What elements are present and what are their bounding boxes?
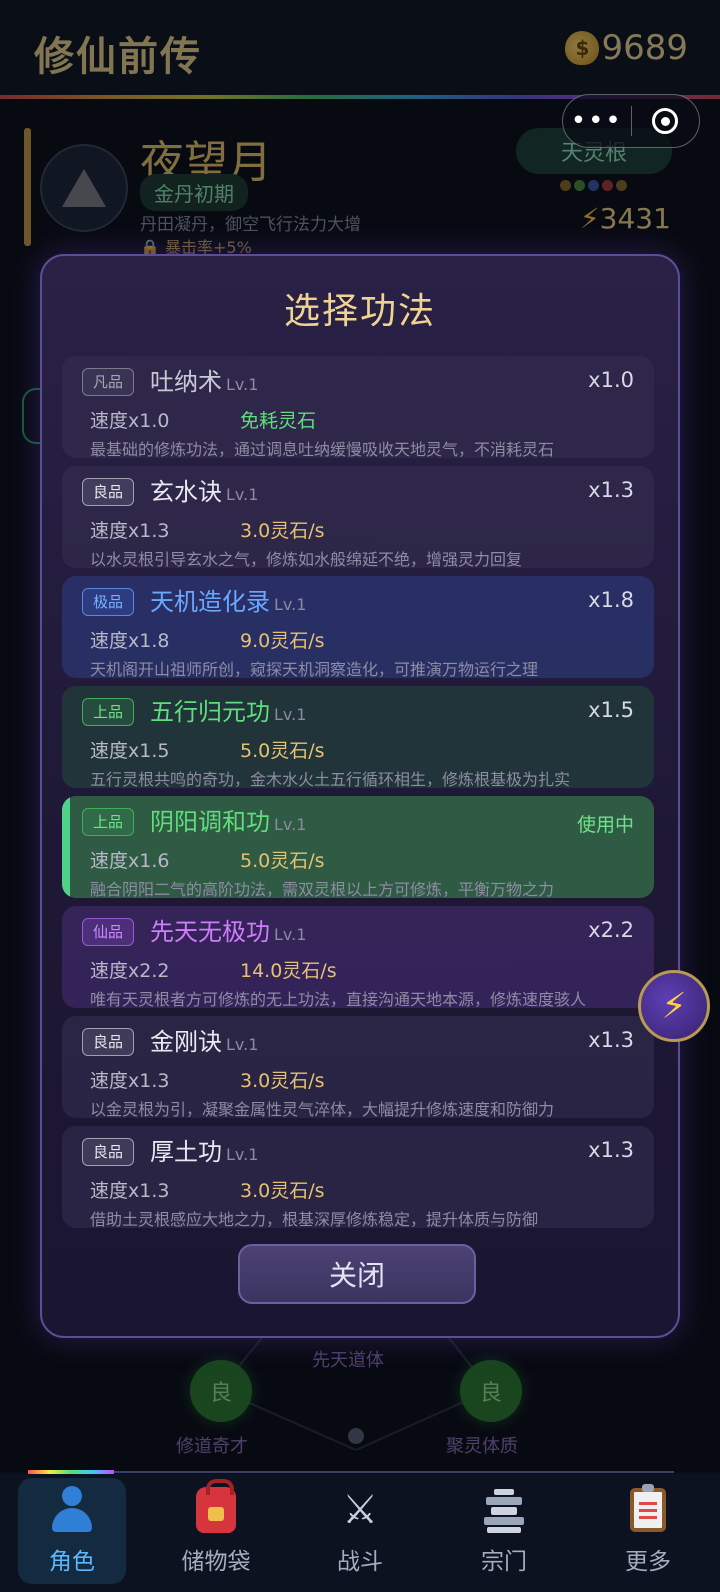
method-name-text: 五行归元功 (150, 698, 270, 726)
nav-divider (114, 1471, 674, 1473)
method-name: 玄水诀 Lv.1 (150, 472, 258, 507)
method-level: Lv.1 (226, 1145, 259, 1164)
method-level: Lv.1 (274, 925, 307, 944)
method-card[interactable]: 极品 天机造化录 Lv.1 x1.8 速度x1.8 9.0灵石/s 天机阁开山祖师… (62, 576, 654, 678)
nav-label: 更多 (625, 1549, 671, 1575)
grade-badge: 上品 (82, 698, 135, 726)
method-card[interactable]: 良品 玄水诀 Lv.1 x1.3 速度x1.3 3.0灵石/s 以水灵根引导玄水之… (62, 466, 654, 568)
method-multiplier: x1.0 (588, 368, 634, 392)
grade-badge: 凡品 (82, 368, 135, 396)
nav-label: 储物袋 (181, 1549, 251, 1575)
method-card[interactable]: 良品 金刚诀 Lv.1 x1.3 速度x1.3 3.0灵石/s 以金灵根为引，凝聚… (62, 1016, 654, 1118)
method-multiplier: x2.2 (588, 918, 634, 942)
method-name-text: 金刚诀 (150, 1028, 222, 1056)
method-multiplier: x1.8 (588, 588, 634, 612)
method-multiplier: x1.3 (588, 1028, 634, 1052)
nav-label: 战斗 (337, 1549, 383, 1575)
lightning-icon[interactable]: ⚡ (638, 970, 710, 1042)
method-speed: 速度x1.3 (90, 1180, 170, 1202)
grade-badge: 良品 (82, 1138, 135, 1166)
nav-item-sect[interactable]: 宗门 (432, 1474, 576, 1592)
backpack-icon (190, 1479, 242, 1536)
user-icon (46, 1484, 98, 1536)
method-cost: 5.0灵石/s (240, 740, 325, 762)
method-name: 阴阳调和功 Lv.1 (150, 802, 306, 837)
method-card-active[interactable]: 上品 阴阳调和功 Lv.1 使用中 速度x1.6 5.0灵石/s 融合阴阳二气的高… (62, 796, 654, 898)
nav-item-character[interactable]: 角色 (0, 1474, 144, 1592)
temple-icon (478, 1484, 530, 1536)
method-level: Lv.1 (274, 705, 307, 724)
method-name-text: 厚土功 (150, 1138, 222, 1166)
method-name-text: 先天无极功 (150, 918, 270, 946)
method-description: 唯有天灵根者方可修炼的无上功法，直接沟通天地本源，修炼速度骇人 (90, 990, 587, 1008)
method-description: 融合阴阳二气的高阶功法，需双灵根以上方可修炼，平衡万物之力 (90, 880, 555, 898)
method-name: 天机造化录 Lv.1 (150, 582, 306, 617)
method-description: 五行灵根共鸣的奇功，金木水火土五行循环相生，修炼根基极为扎实 (90, 770, 571, 788)
grade-badge: 极品 (82, 588, 135, 616)
nav-item-battle[interactable]: ⚔ 战斗 (288, 1474, 432, 1592)
grade-badge: 良品 (82, 478, 135, 506)
method-card[interactable]: 良品 厚土功 Lv.1 x1.3 速度x1.3 3.0灵石/s 借助土灵根感应大地… (62, 1126, 654, 1228)
method-multiplier: x1.3 (588, 478, 634, 502)
close-button[interactable]: 关闭 (238, 1244, 476, 1304)
grade-badge: 良品 (82, 1028, 135, 1056)
method-list[interactable]: 凡品 吐纳术 Lv.1 x1.0 速度x1.0 免耗灵石 最基础的修炼功法，通过调… (62, 356, 654, 1246)
method-name: 先天无极功 Lv.1 (150, 912, 306, 947)
method-level: Lv.1 (226, 485, 259, 504)
method-speed: 速度x1.0 (90, 410, 170, 432)
more-dots-icon[interactable]: ••• (563, 108, 631, 134)
method-name-text: 天机造化录 (150, 588, 270, 616)
bottom-nav: 角色 储物袋 ⚔ 战斗 宗门 更多 (0, 1474, 720, 1592)
method-card[interactable]: 上品 五行归元功 Lv.1 x1.5 速度x1.5 5.0灵石/s 五行灵根共鸣的… (62, 686, 654, 788)
method-speed: 速度x1.3 (90, 520, 170, 542)
nav-item-more[interactable]: 更多 (576, 1474, 720, 1592)
method-cost: 3.0灵石/s (240, 520, 325, 542)
method-name-text: 吐纳术 (150, 368, 222, 396)
method-cost: 免耗灵石 (240, 410, 317, 432)
method-name: 五行归元功 Lv.1 (150, 692, 306, 727)
method-speed: 速度x2.2 (90, 960, 170, 982)
method-multiplier: x1.5 (588, 698, 634, 722)
miniprogram-capsule: ••• (562, 94, 700, 148)
close-miniprogram-icon[interactable] (632, 108, 700, 134)
nav-label: 宗门 (481, 1549, 527, 1575)
method-name: 厚土功 Lv.1 (150, 1132, 258, 1167)
grade-badge: 上品 (82, 808, 135, 836)
method-description: 借助土灵根感应大地之力，根基深厚修炼稳定，提升体质与防御 (90, 1210, 539, 1228)
method-level: Lv.1 (274, 815, 307, 834)
crossed-swords-icon: ⚔ (342, 1487, 378, 1533)
method-cost: 3.0灵石/s (240, 1070, 325, 1092)
in-use-label: 使用中 (576, 814, 634, 836)
method-description: 以金灵根为引，凝聚金属性灵气淬体，大幅提升修炼速度和防御力 (90, 1100, 555, 1118)
active-indicator (62, 796, 70, 898)
clipboard-icon (622, 1484, 674, 1536)
select-method-modal: 选择功法 凡品 吐纳术 Lv.1 x1.0 速度x1.0 免耗灵石 最基础的修炼功… (40, 254, 680, 1338)
grade-badge: 仙品 (82, 918, 135, 946)
method-card[interactable]: 仙品 先天无极功 Lv.1 x2.2 速度x2.2 14.0灵石/s 唯有天灵根者… (62, 906, 654, 1008)
method-cost: 3.0灵石/s (240, 1180, 325, 1202)
method-multiplier: x1.3 (588, 1138, 634, 1162)
method-speed: 速度x1.5 (90, 740, 170, 762)
method-name-text: 玄水诀 (150, 478, 222, 506)
method-cost: 5.0灵石/s (240, 850, 325, 872)
nav-item-storage[interactable]: 储物袋 (144, 1474, 288, 1592)
method-description: 以水灵根引导玄水之气，修炼如水般绵延不绝，增强灵力回复 (90, 550, 523, 568)
method-speed: 速度x1.6 (90, 850, 170, 872)
method-card[interactable]: 凡品 吐纳术 Lv.1 x1.0 速度x1.0 免耗灵石 最基础的修炼功法，通过调… (62, 356, 654, 458)
method-name: 吐纳术 Lv.1 (150, 362, 258, 397)
method-level: Lv.1 (226, 375, 259, 394)
method-description: 天机阁开山祖师所创，窥探天机洞察造化，可推演万物运行之理 (90, 660, 539, 678)
method-cost: 9.0灵石/s (240, 630, 325, 652)
method-cost: 14.0灵石/s (240, 960, 337, 982)
method-speed: 速度x1.8 (90, 630, 170, 652)
method-level: Lv.1 (274, 595, 307, 614)
method-level: Lv.1 (226, 1035, 259, 1054)
method-speed: 速度x1.3 (90, 1070, 170, 1092)
modal-title: 选择功法 (283, 291, 436, 332)
method-name: 金刚诀 Lv.1 (150, 1022, 258, 1057)
nav-label: 角色 (49, 1549, 95, 1575)
method-name-text: 阴阳调和功 (150, 808, 270, 836)
method-description: 最基础的修炼功法，通过调息吐纳缓慢吸收天地灵气，不消耗灵石 (90, 440, 555, 458)
